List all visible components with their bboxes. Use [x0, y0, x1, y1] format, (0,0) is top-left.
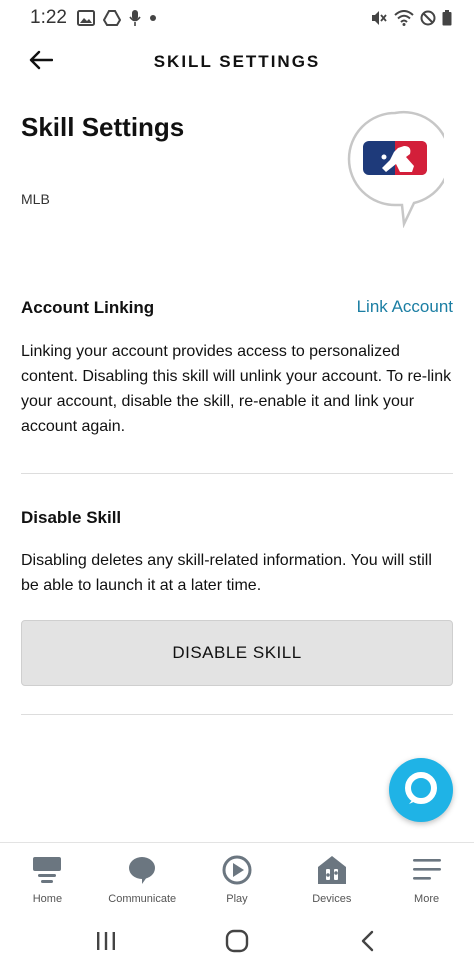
nav-play[interactable]: Play [190, 843, 285, 912]
nav-label: Communicate [108, 893, 177, 905]
app-header: SKILL SETTINGS [0, 36, 474, 88]
menu-icon [410, 853, 444, 887]
divider [21, 714, 453, 715]
devices-icon [315, 853, 349, 887]
page-title: Skill Settings [21, 112, 185, 142]
skill-name: MLB [21, 191, 50, 207]
back-system-button[interactable] [338, 923, 398, 963]
recent-apps-button[interactable] [76, 923, 136, 963]
link-account-link[interactable]: Link Account [357, 297, 453, 317]
nav-communicate[interactable]: Communicate [95, 843, 190, 912]
nav-label: Devices [312, 893, 352, 905]
home-circle-icon [225, 929, 249, 958]
gallery-icon [76, 10, 95, 26]
nav-more[interactable]: More [379, 843, 474, 912]
disable-skill-button[interactable]: DISABLE SKILL [21, 620, 453, 686]
nav-label: Home [32, 893, 63, 905]
back-chevron-icon [360, 930, 376, 957]
mlb-logo [346, 110, 451, 229]
divider [21, 473, 453, 474]
home-system-button[interactable] [207, 923, 267, 963]
back-button[interactable] [26, 48, 56, 76]
play-icon [220, 853, 254, 887]
microphone-icon [129, 10, 141, 26]
alexa-button[interactable] [389, 758, 453, 822]
dot-icon [149, 14, 157, 22]
account-linking-heading: Account Linking [21, 298, 155, 317]
wifi-icon [394, 10, 414, 26]
home-icon [30, 853, 64, 887]
disable-skill-heading: Disable Skill [21, 508, 122, 527]
account-linking-description: Linking your account provides access to … [21, 343, 452, 435]
alexa-icon [401, 768, 441, 813]
status-time: 1:22 [30, 7, 67, 28]
recent-apps-icon [95, 931, 117, 956]
system-nav [0, 912, 474, 974]
chat-icon [125, 853, 159, 887]
status-bar: 1:22 [0, 0, 474, 36]
disable-skill-description: Disabling deletes any skill-related info… [21, 552, 432, 594]
do-not-disturb-icon [420, 10, 436, 26]
nav-devices[interactable]: Devices [284, 843, 379, 912]
status-left-icons [76, 10, 157, 26]
bottom-nav: Home Communicate Play Devices More [0, 842, 474, 912]
nav-home[interactable]: Home [0, 843, 95, 912]
header-title: SKILL SETTINGS [153, 52, 321, 71]
battery-icon [442, 10, 452, 26]
nav-label: More [414, 893, 440, 905]
mute-icon [370, 10, 388, 26]
back-arrow-icon [29, 50, 54, 75]
nav-label: Play [226, 893, 248, 905]
status-right-icons [370, 10, 452, 26]
drive-icon [102, 10, 121, 26]
